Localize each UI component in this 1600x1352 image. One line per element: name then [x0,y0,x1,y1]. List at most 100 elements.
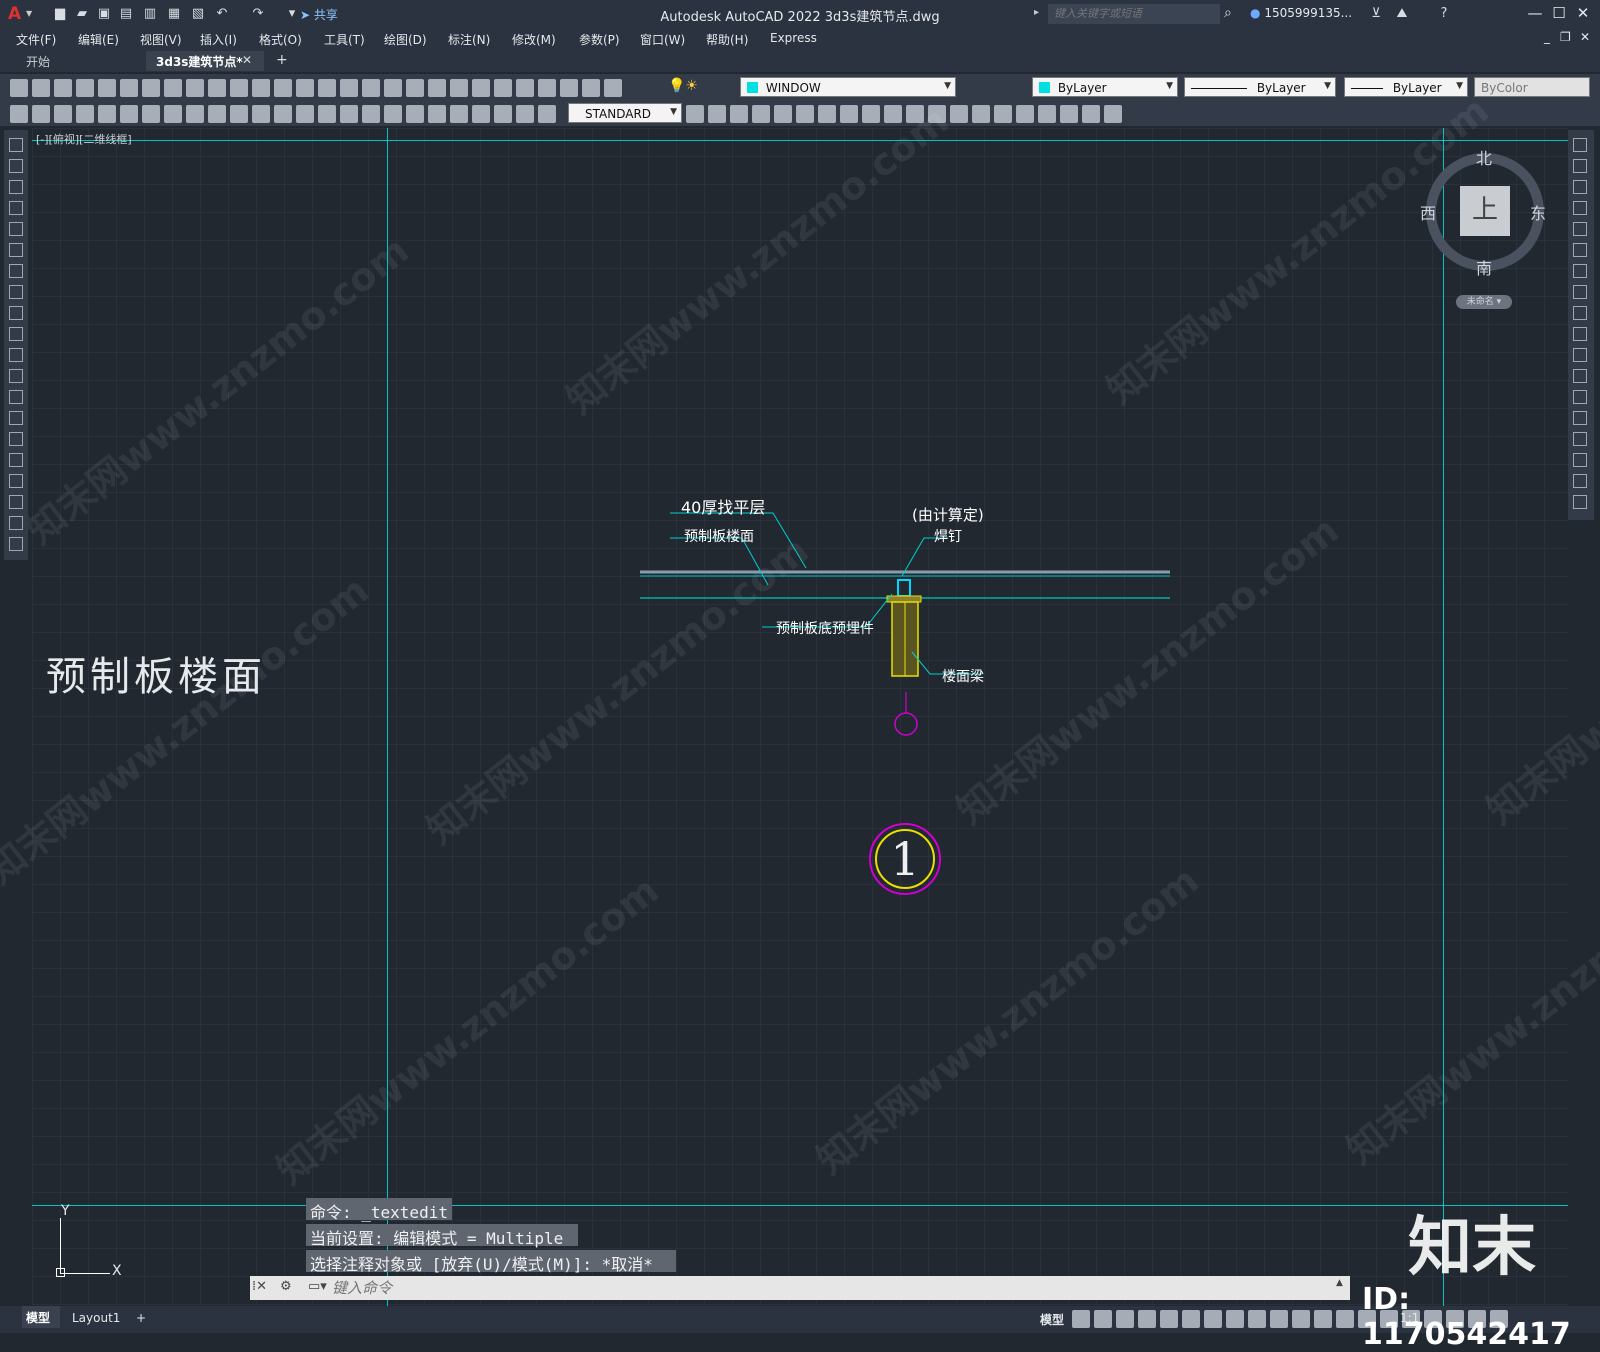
layer-previous-icon[interactable] [686,105,704,123]
doc-restore-icon[interactable]: ❐ [1560,30,1571,44]
menu-window[interactable]: 窗口(W) [640,31,685,48]
menu-tools[interactable]: 工具(T) [324,31,365,48]
layer-unlock-icon[interactable] [818,105,836,123]
tab-layout1[interactable]: Layout1 [72,1311,120,1325]
lineweight-icon[interactable] [1226,1310,1244,1328]
share-button[interactable]: ➤ 共享 [300,6,338,23]
help-icon[interactable] [494,79,512,97]
maximize-icon[interactable]: ☐ [1548,4,1570,22]
tab-start[interactable]: 开始 [16,51,136,71]
command-expand-icon[interactable]: ▲ [1336,1278,1343,1288]
table-icon[interactable] [9,495,23,509]
menu-file[interactable]: 文件(F) [16,31,56,48]
layer-isolate-icon[interactable] [708,105,726,123]
new-tab-icon[interactable]: + [276,52,288,68]
layer-state-icon[interactable]: 💡☀ [668,78,698,94]
search-expand-icon[interactable]: ▸ [1034,7,1039,18]
minimize-icon[interactable]: — [1524,4,1546,22]
close-window-icon[interactable]: ✕ [1572,4,1594,22]
open-web-icon[interactable]: ▥ [142,6,158,22]
line-icon[interactable] [9,138,23,152]
layer-isolate-icon[interactable] [994,105,1012,123]
save-icon[interactable]: ▣ [96,6,112,22]
delete-layer-icon[interactable] [950,105,968,123]
isodraft-icon[interactable] [1160,1310,1178,1328]
save-as-icon[interactable]: ▤ [118,6,134,22]
layer-previous-icon[interactable] [972,105,990,123]
dimension-space-icon[interactable] [252,105,270,123]
layer-unlock-icon[interactable] [1104,105,1122,123]
extend-icon[interactable] [1573,348,1587,362]
layer-lock-icon[interactable] [1082,105,1100,123]
pan-icon[interactable] [274,79,292,97]
transparency-icon[interactable] [1248,1310,1266,1328]
stretch-icon[interactable] [1573,306,1587,320]
aligned-dimension-icon[interactable] [472,105,490,123]
app-menu-chevron-icon[interactable]: ▼ [26,9,32,18]
break-icon[interactable] [1573,390,1587,404]
textstyle-dropdown[interactable]: STANDARD ▼ [568,103,682,123]
construction-line-icon[interactable] [9,159,23,173]
center-mark-icon[interactable] [318,105,336,123]
grid-icon[interactable] [1072,1310,1090,1328]
ellipse-icon[interactable] [9,327,23,341]
sheet-set-icon[interactable] [428,79,446,97]
user-account[interactable]: ● 1505999135... [1250,6,1352,20]
autodesk-a360-icon[interactable]: ⛰ [1394,6,1410,22]
menu-modify[interactable]: 修改(M) [512,31,556,48]
make-block-icon[interactable] [9,390,23,404]
compass-south[interactable]: 南 [1476,255,1492,279]
menu-dimension[interactable]: 标注(N) [448,31,490,48]
new-icon[interactable] [538,79,556,97]
aligned-dimension-icon[interactable] [32,105,50,123]
match-properties-icon[interactable] [208,79,226,97]
redo-icon[interactable] [252,79,270,97]
markup-icon[interactable] [450,79,468,97]
snap-icon[interactable] [1094,1310,1112,1328]
layer-lock-icon[interactable] [796,105,814,123]
workspace-icon[interactable] [1336,1310,1354,1328]
search-icon[interactable]: ⌕ [1224,5,1232,21]
zoom-window-icon[interactable] [318,79,336,97]
chamfer-icon[interactable] [1573,432,1587,446]
undo-icon[interactable]: ↶ [214,6,230,22]
compass-west[interactable]: 西 [1420,200,1436,224]
radius-icon[interactable] [538,105,556,123]
customize-icon[interactable]: ⚙ [280,1279,292,1294]
revision-cloud-icon[interactable] [9,285,23,299]
ortho-icon[interactable] [1116,1310,1134,1328]
match-layer-icon[interactable] [862,105,880,123]
command-input[interactable] [302,1277,1346,1299]
linetype-dropdown[interactable]: ByLayer ▼ [1184,77,1336,97]
angular-icon[interactable] [164,105,182,123]
layer-properties-icon[interactable] [516,79,534,97]
menu-edit[interactable]: 编辑(E) [78,31,119,48]
layer-unisolate-icon[interactable] [730,105,748,123]
paste-icon[interactable] [186,79,204,97]
save-icon[interactable] [582,79,600,97]
layer-off-icon[interactable] [774,105,792,123]
arc-icon[interactable] [9,243,23,257]
properties-icon[interactable] [362,79,380,97]
plotstyle-dropdown[interactable]: ByColor [1474,77,1590,97]
array-icon[interactable] [1573,222,1587,236]
recent-commands-icon[interactable]: ▭▾ [308,1279,327,1294]
cut-icon[interactable] [142,79,160,97]
layer-freeze-icon[interactable] [752,105,770,123]
plot-icon[interactable] [604,79,622,97]
dimension-break-icon[interactable] [274,105,292,123]
doc-minimize-icon[interactable]: _ [1544,30,1550,44]
ucs-menu[interactable]: 未命名 ▾ [1456,295,1512,309]
autocad-logo-icon[interactable]: A [8,4,21,24]
tab-close-icon[interactable]: ✕ [242,53,252,67]
mirror-icon[interactable] [1573,180,1587,194]
diameter-icon[interactable] [142,105,160,123]
layer-unisolate-icon[interactable] [1016,105,1034,123]
viewcube-top-face[interactable]: 上 [1460,186,1510,236]
tab-model[interactable]: 模型 [22,1306,60,1328]
linear-dimension-icon[interactable] [450,105,468,123]
point-icon[interactable] [9,411,23,425]
dimension-edit-icon[interactable] [384,105,402,123]
open-icon[interactable] [560,79,578,97]
customize-quick-access-icon[interactable]: ▾ [284,6,300,22]
